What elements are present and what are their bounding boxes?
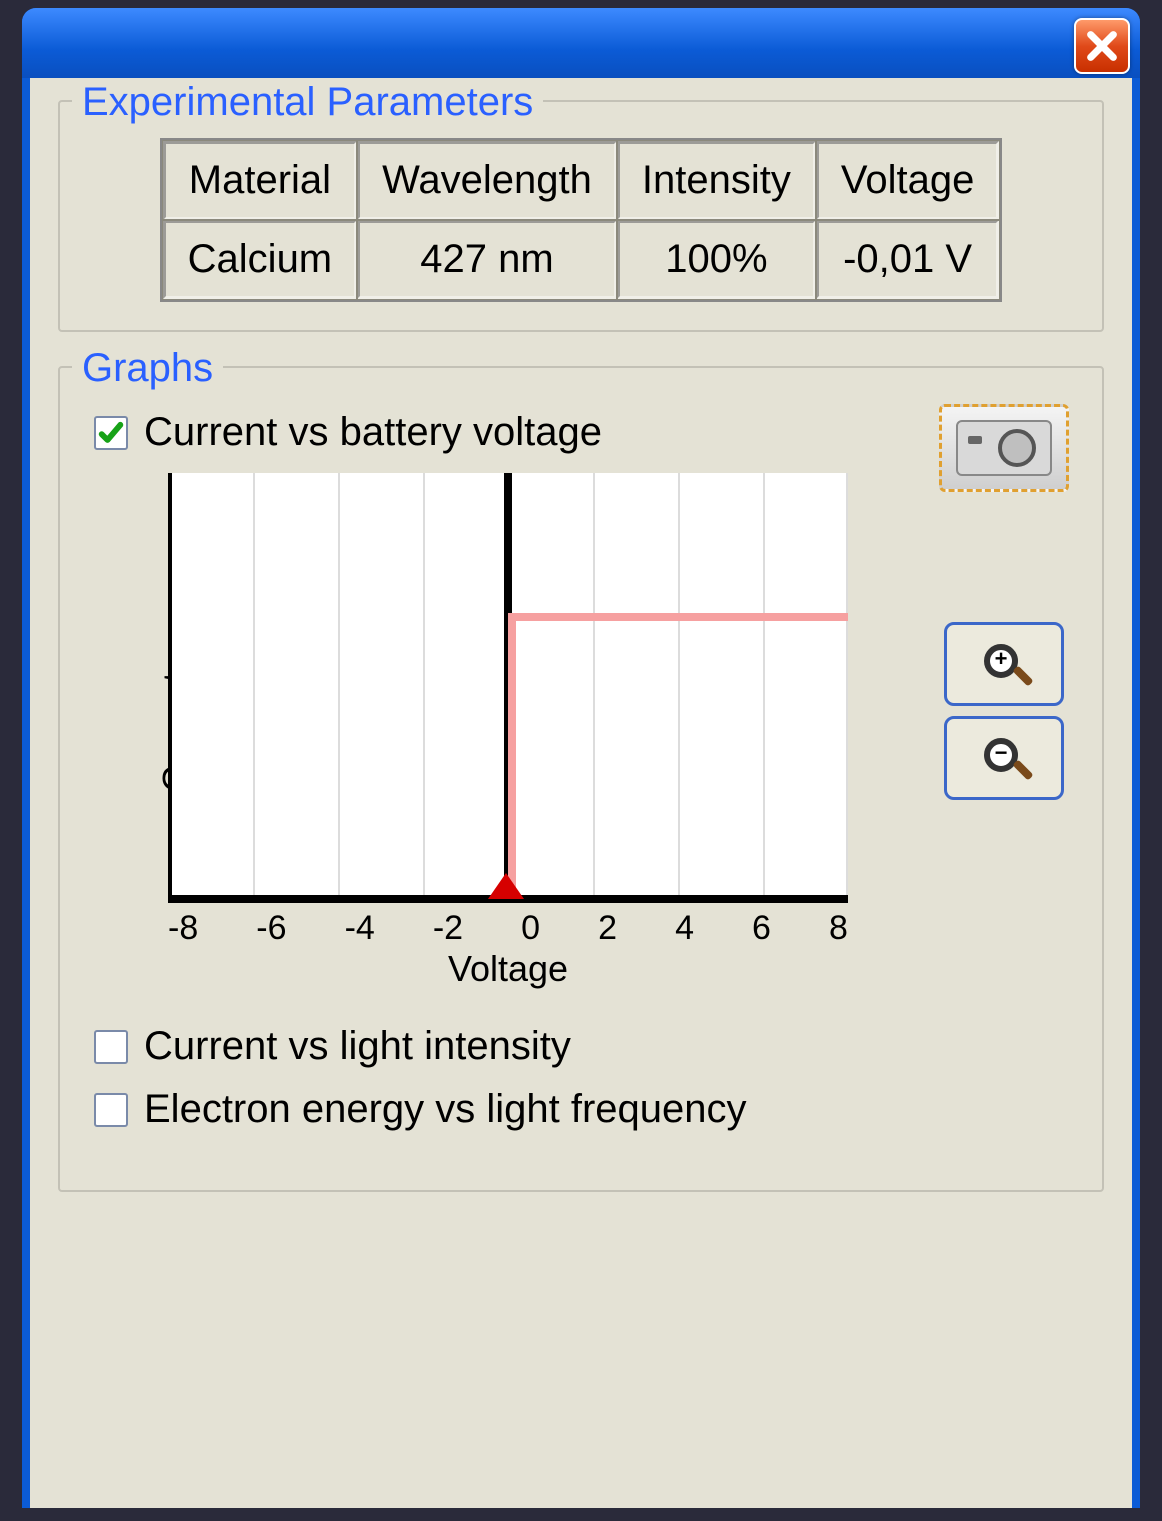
tick: -8 [168,909,198,948]
graph-option-label: Electron energy vs light frequency [144,1087,747,1132]
tick: 8 [829,909,848,948]
camera-icon [956,420,1052,476]
checkbox[interactable] [94,1030,128,1064]
chart-xlabel: Voltage [168,948,848,990]
chart-xticks: -8 -6 -4 -2 0 2 4 6 8 [168,909,848,948]
zoom-out-button[interactable]: − [944,716,1064,800]
experimental-parameters-legend: Experimental Parameters [72,80,543,125]
client-area: Experimental Parameters Material Wavelen… [30,78,1132,1508]
checkbox[interactable] [94,1093,128,1127]
chart-plot-area [168,473,848,903]
tick: -6 [256,909,286,948]
magnifier-plus-icon: + [984,644,1024,684]
graph-option-label: Current vs battery voltage [144,410,602,455]
graph-option-current-intensity[interactable]: Current vs light intensity [94,1024,894,1069]
titlebar [22,8,1140,78]
col-intensity-header: Intensity [617,141,816,220]
col-material-header: Material [163,141,357,220]
val-intensity: 100% [617,220,816,299]
table-row: Calcium 427 nm 100% -0,01 V [163,220,1000,299]
experimental-parameters-group: Experimental Parameters Material Wavelen… [58,100,1104,332]
snapshot-button[interactable] [939,404,1069,492]
close-button[interactable] [1074,18,1130,74]
dialog-window: Experimental Parameters Material Wavelen… [22,8,1140,1508]
tick: 2 [598,909,617,948]
tick: -4 [345,909,375,948]
zoom-in-button[interactable]: + [944,622,1064,706]
val-wavelength: 427 nm [357,220,617,299]
graphs-legend: Graphs [72,346,223,391]
tick: -2 [433,909,463,948]
tick: 4 [675,909,694,948]
graph-option-current-voltage[interactable]: Current vs battery voltage [94,410,894,455]
col-voltage-header: Voltage [816,141,999,220]
table-row: Material Wavelength Intensity Voltage [163,141,1000,220]
val-material: Calcium [163,220,357,299]
tick: 0 [521,909,540,948]
graphs-group: Graphs Current vs battery voltage Curren… [58,366,1104,1192]
col-wavelength-header: Wavelength [357,141,617,220]
graph-tools: + − [934,404,1074,800]
close-icon [1085,29,1119,63]
check-icon [97,419,125,447]
iv-chart: Current [168,473,868,990]
graph-option-energy-frequency[interactable]: Electron energy vs light frequency [94,1087,894,1132]
checkbox[interactable] [94,416,128,450]
parameters-table: Material Wavelength Intensity Voltage Ca… [160,138,1003,302]
tick: 6 [752,909,771,948]
graph-option-label: Current vs light intensity [144,1024,571,1069]
val-voltage: -0,01 V [816,220,999,299]
magnifier-minus-icon: − [984,738,1024,778]
